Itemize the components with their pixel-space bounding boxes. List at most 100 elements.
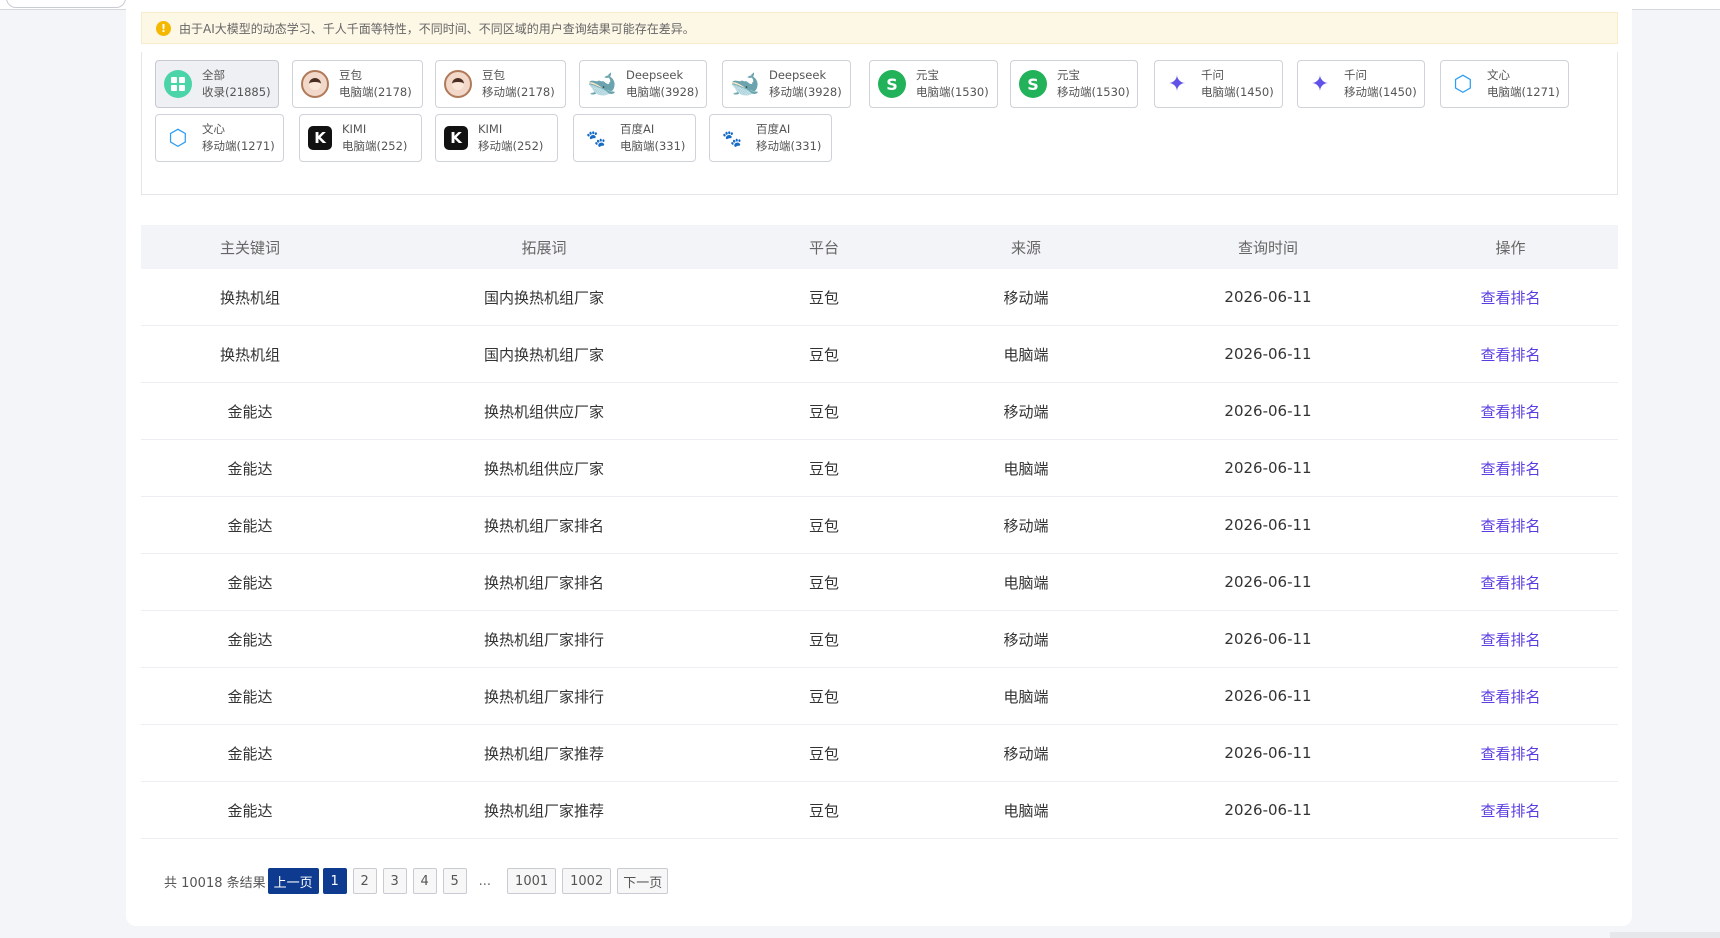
view-ranking-link[interactable]: 查看排名 [1403, 287, 1618, 308]
filter-chip-text: 全部收录(21885) [202, 67, 271, 101]
yuanbao-icon: S [878, 70, 906, 98]
filter-chip-count: 收录(21885) [202, 85, 271, 99]
filter-chip-text: KIMI 电脑端(252) [342, 121, 407, 155]
table-row: 金能达 换热机组供应厂家 豆包 移动端 2026-06-11 查看排名 [141, 383, 1618, 440]
filter-chip[interactable]: 🐋 Deepseek 电脑端(3928) [579, 60, 707, 108]
table-row: 金能达 换热机组厂家排名 豆包 电脑端 2026-06-11 查看排名 [141, 554, 1618, 611]
page-button[interactable]: 3 [382, 868, 407, 894]
qianwen-icon: ✦ [1310, 71, 1330, 97]
view-ranking-link[interactable]: 查看排名 [1403, 743, 1618, 764]
next-page-button[interactable]: 下一页 [617, 868, 669, 894]
view-ranking-link[interactable]: 查看排名 [1403, 572, 1618, 593]
filter-chip[interactable]: 豆包 移动端(2178) [435, 60, 566, 108]
page-button[interactable]: 2 [352, 868, 377, 894]
view-ranking-link[interactable]: 查看排名 [1403, 629, 1618, 650]
filter-chip[interactable]: 豆包 电脑端(2178) [292, 60, 423, 108]
filter-chip-text: 元宝电脑端(1530) [916, 67, 989, 101]
filter-chip-label: 百度AI [620, 122, 655, 136]
filter-chip-text: 文心 移动端(1271) [202, 121, 275, 155]
cell-keyword: 金能达 [227, 744, 273, 763]
filter-chip-label: KIMI [342, 122, 367, 136]
filter-chip-count: 移动端(1530) [1057, 85, 1130, 99]
filter-chip-text: 元宝 移动端(1530) [1057, 67, 1130, 101]
col-header-query-time: 查询时间 [1237, 238, 1298, 257]
filter-chip[interactable]: 全部收录(21885) [155, 60, 279, 108]
table-row: 金能达 换热机组厂家排名 豆包 移动端 2026-06-11 查看排名 [141, 497, 1618, 554]
cell-query-time: 2026-06-11 [1224, 744, 1312, 762]
table-row: 金能达 换热机组厂家排行 豆包 电脑端 2026-06-11 查看排名 [141, 668, 1618, 725]
pagination: 共 10018 条结果 上一页 1 2 3 4 5 ... 1001 1002 … [164, 868, 669, 894]
col-header-expansion: 拓展词 [521, 238, 567, 257]
view-ranking-link[interactable]: 查看排名 [1403, 401, 1618, 422]
filter-chip-label: 千问 [1201, 68, 1224, 82]
cell-platform: 豆包 [808, 516, 839, 535]
cell-source: 电脑端 [1003, 459, 1049, 478]
filter-chip-text: 千问 移动端(1450) [1344, 67, 1417, 101]
cell-platform: 豆包 [808, 744, 839, 763]
cell-platform: 豆包 [808, 573, 839, 592]
filter-chip-text: 豆包 移动端(2178) [482, 67, 555, 101]
cell-source: 移动端 [1003, 402, 1049, 421]
cell-expansion: 换热机组厂家排名 [483, 516, 604, 535]
cell-query-time: 2026-06-11 [1224, 801, 1312, 819]
filter-chip-text: KIMI 移动端(252) [478, 121, 543, 155]
filter-chip[interactable]: S 元宝 移动端(1530) [1010, 60, 1138, 108]
cell-query-time: 2026-06-11 [1224, 630, 1312, 648]
filter-chip[interactable]: ✦ 千问 移动端(1450) [1297, 60, 1425, 108]
table-row: 金能达 换热机组厂家排行 豆包 移动端 2026-06-11 查看排名 [141, 611, 1618, 668]
filter-chip-text: 豆包 电脑端(2178) [339, 67, 412, 101]
page-button[interactable]: 1001 [507, 868, 557, 894]
view-ranking-link[interactable]: 查看排名 [1403, 800, 1618, 821]
filter-chip[interactable]: 🐾 百度AI 移动端(331) [709, 114, 832, 162]
cell-keyword: 金能达 [227, 573, 273, 592]
browser-tab[interactable] [6, 0, 126, 8]
filter-chip-text: Deepseek 电脑端(3928) [626, 67, 699, 101]
filter-chip-label: 元宝 [916, 68, 939, 82]
doubao-avatar-icon [444, 70, 472, 98]
filter-chip-label: Deepseek [626, 68, 684, 82]
cell-keyword: 金能达 [227, 516, 273, 535]
filter-chip-count: 电脑端(2178) [339, 85, 412, 99]
filter-chip[interactable]: ⬡ 文心 移动端(1271) [155, 114, 284, 162]
cell-expansion: 换热机组厂家排行 [483, 630, 604, 649]
filter-chip-text: 百度AI 移动端(331) [756, 121, 821, 155]
view-ranking-link[interactable]: 查看排名 [1403, 515, 1618, 536]
view-ranking-link[interactable]: 查看排名 [1403, 344, 1618, 365]
cell-query-time: 2026-06-11 [1224, 687, 1312, 705]
page-button[interactable]: 5 [442, 868, 467, 894]
view-ranking-link[interactable]: 查看排名 [1403, 458, 1618, 479]
browser-control[interactable] [1672, 0, 1712, 5]
cell-keyword: 金能达 [227, 459, 273, 478]
table-row: 金能达 换热机组厂家推荐 豆包 电脑端 2026-06-11 查看排名 [141, 782, 1618, 839]
cell-source: 电脑端 [1003, 345, 1049, 364]
cell-source: 移动端 [1003, 516, 1049, 535]
prev-page-button[interactable]: 上一页 [267, 868, 319, 894]
total-count: 共 10018 条结果 [164, 875, 266, 891]
page-button[interactable]: 1002 [562, 868, 612, 894]
filter-chip[interactable]: 🐾 百度AI 电脑端(331) [573, 114, 696, 162]
cell-expansion: 换热机组厂家推荐 [483, 744, 604, 763]
table-row: 金能达 换热机组供应厂家 豆包 电脑端 2026-06-11 查看排名 [141, 440, 1618, 497]
filter-chip[interactable]: K KIMI 电脑端(252) [299, 114, 422, 162]
filter-chip[interactable]: S 元宝电脑端(1530) [869, 60, 998, 108]
cell-keyword: 换热机组 [219, 345, 280, 364]
bottom-edge [1610, 932, 1720, 938]
filter-chip-label: KIMI [478, 122, 503, 136]
kimi-icon: K [444, 126, 468, 150]
page-button[interactable]: 4 [412, 868, 437, 894]
filter-chip[interactable]: ⬡ 文心 电脑端(1271) [1440, 60, 1569, 108]
filter-chip[interactable]: 🐋 Deepseek 移动端(3928) [722, 60, 851, 108]
filter-chip[interactable]: ✦ 千问 电脑端(1450) [1154, 60, 1283, 108]
view-ranking-link[interactable]: 查看排名 [1403, 686, 1618, 707]
filter-chip-count: 电脑端(252) [342, 139, 408, 153]
pagination-ellipsis: ... [478, 873, 492, 889]
cell-expansion: 换热机组厂家排名 [483, 573, 604, 592]
cell-query-time: 2026-06-11 [1224, 459, 1312, 477]
filter-chip-label: 百度AI [756, 122, 791, 136]
cell-expansion: 换热机组厂家排行 [483, 687, 604, 706]
page-button-current[interactable]: 1 [322, 868, 347, 894]
filter-chip-label: 全部 [202, 68, 225, 82]
filter-chip-count: 电脑端(3928) [626, 85, 699, 99]
filter-chip[interactable]: K KIMI 移动端(252) [435, 114, 558, 162]
filter-chip-count: 电脑端(1530) [916, 85, 989, 99]
